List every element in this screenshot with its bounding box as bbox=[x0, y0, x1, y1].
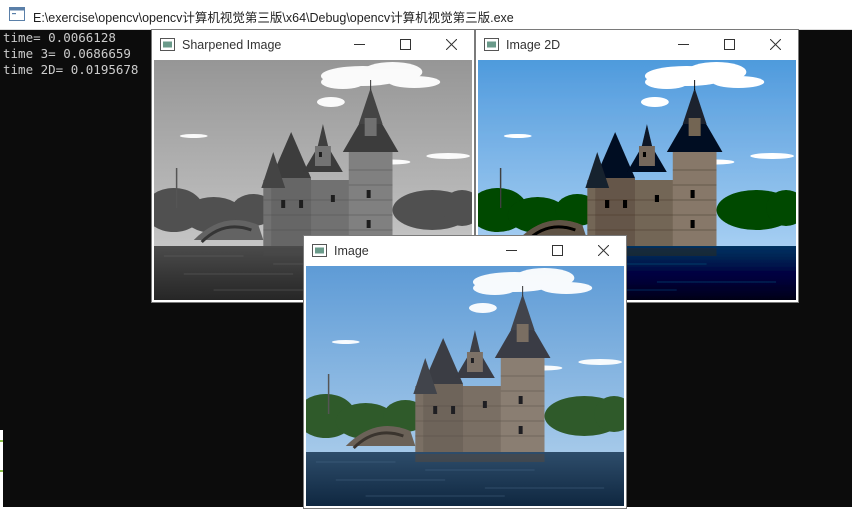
image-window[interactable]: Image bbox=[304, 236, 626, 508]
console-titlebar[interactable]: E:\exercise\opencv\opencv计算机视觉第三版\x64\De… bbox=[0, 0, 852, 30]
maximize-icon[interactable] bbox=[382, 30, 428, 59]
minimize-icon[interactable] bbox=[488, 236, 534, 265]
console-title: E:\exercise\opencv\opencv计算机视觉第三版\x64\De… bbox=[33, 11, 514, 25]
window-title: Image bbox=[334, 244, 369, 258]
maximize-icon[interactable] bbox=[706, 30, 752, 59]
image-window-icon bbox=[484, 38, 499, 56]
window-title: Sharpened Image bbox=[182, 38, 282, 52]
console-line: time 3= 0.0686659 bbox=[3, 46, 131, 61]
original-image bbox=[306, 266, 624, 506]
window-titlebar[interactable]: Image 2D bbox=[476, 30, 798, 59]
minimize-icon[interactable] bbox=[660, 30, 706, 59]
close-icon[interactable] bbox=[752, 30, 798, 59]
minimize-icon[interactable] bbox=[336, 30, 382, 59]
window-titlebar[interactable]: Sharpened Image bbox=[152, 30, 474, 59]
image-window-icon bbox=[160, 38, 175, 56]
window-title: Image 2D bbox=[506, 38, 561, 52]
maximize-icon[interactable] bbox=[534, 236, 580, 265]
console-line: time 2D= 0.0195678 bbox=[3, 62, 139, 77]
window-titlebar[interactable]: Image bbox=[304, 236, 626, 265]
close-icon[interactable] bbox=[580, 236, 626, 265]
background-window-edge bbox=[0, 430, 3, 513]
console-line: time= 0.0066128 bbox=[3, 30, 116, 45]
image-window-icon bbox=[312, 244, 327, 262]
console-app-icon bbox=[9, 7, 25, 26]
close-icon[interactable] bbox=[428, 30, 474, 59]
